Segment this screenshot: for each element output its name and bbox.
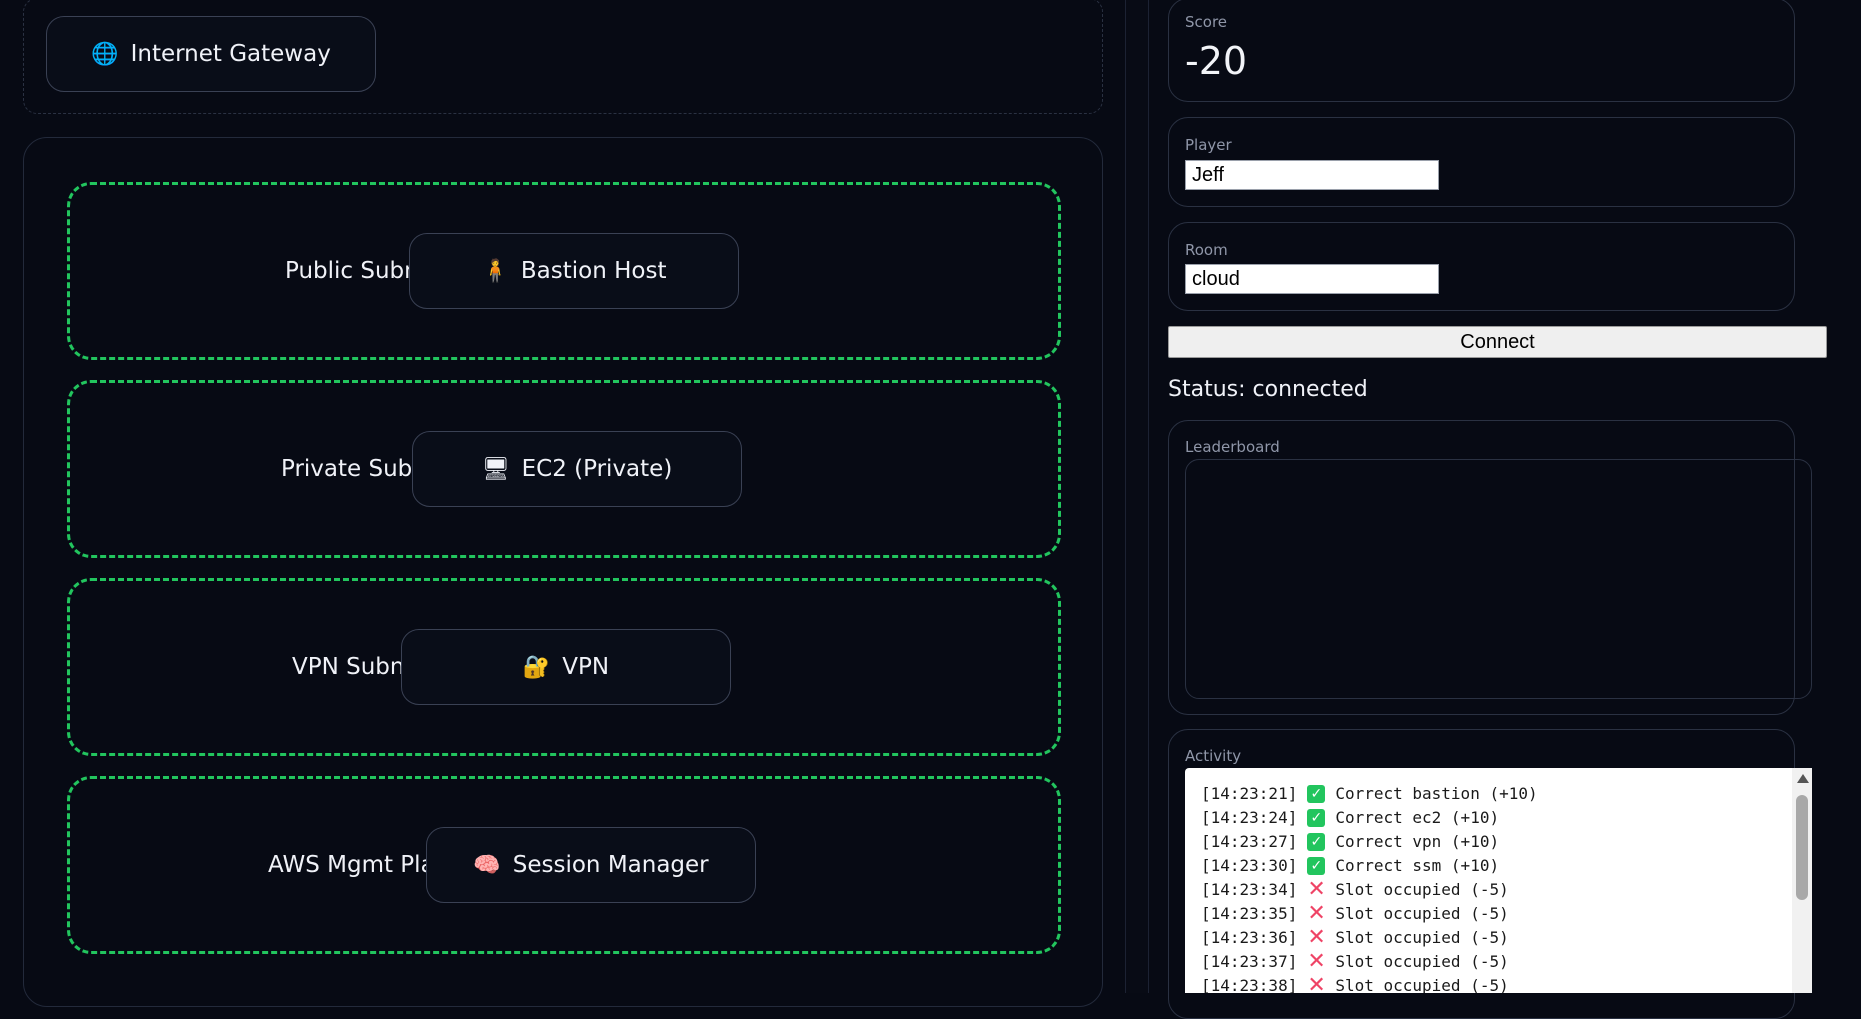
player-label: Player bbox=[1185, 136, 1232, 154]
leaderboard-card: Leaderboard bbox=[1168, 420, 1812, 715]
activity-entry: [14:23:24] ✓ Correct ec2 (+10) bbox=[1201, 806, 1538, 830]
entry-time: [14:23:27] bbox=[1201, 832, 1298, 851]
activity-entry: [14:23:36] ✕ Slot occupied (-5) bbox=[1201, 926, 1538, 950]
session-manager-node[interactable]: 🧠 Session Manager bbox=[426, 827, 756, 903]
node-label: EC2 (Private) bbox=[521, 456, 673, 482]
score-value: -20 bbox=[1185, 39, 1248, 83]
connection-status: Status: connected bbox=[1168, 377, 1368, 402]
aws-mgmt-plane-slot[interactable]: AWS Mgmt Plane 🧠 Session Manager bbox=[67, 776, 1061, 954]
entry-text: Slot occupied (-5) bbox=[1335, 928, 1509, 947]
activity-entry: [14:23:30] ✓ Correct ssm (+10) bbox=[1201, 854, 1538, 878]
internet-gateway-node[interactable]: 🌐 Internet Gateway bbox=[46, 16, 376, 92]
check-icon: ✓ bbox=[1307, 833, 1326, 851]
gateway-zone: 🌐 Internet Gateway bbox=[23, 0, 1103, 114]
entry-text: Correct bastion (+10) bbox=[1335, 784, 1538, 803]
player-card: Player Jeff bbox=[1168, 117, 1795, 207]
entry-text: Correct vpn (+10) bbox=[1335, 832, 1500, 851]
activity-card: Activity [14:23:21] ✓ Correct bastion (+10… bbox=[1168, 729, 1812, 1019]
leaderboard-label: Leaderboard bbox=[1185, 438, 1280, 456]
entry-time: [14:23:30] bbox=[1201, 856, 1298, 875]
cross-icon: ✕ bbox=[1307, 949, 1326, 974]
cross-icon: ✕ bbox=[1307, 973, 1326, 994]
scroll-up-arrow-icon[interactable] bbox=[1797, 774, 1809, 783]
entry-time: [14:23:21] bbox=[1201, 784, 1298, 803]
cross-icon: ✕ bbox=[1307, 877, 1326, 902]
activity-scrollbar[interactable] bbox=[1792, 768, 1812, 993]
pane-divider bbox=[1125, 0, 1149, 993]
entry-time: [14:23:24] bbox=[1201, 808, 1298, 827]
vpn-node[interactable]: 🔐 VPN bbox=[401, 629, 731, 705]
connect-button[interactable]: Connect bbox=[1168, 326, 1827, 358]
room-label: Room bbox=[1185, 241, 1228, 259]
entry-text: Slot occupied (-5) bbox=[1335, 952, 1509, 971]
entry-time: [14:23:34] bbox=[1201, 880, 1298, 899]
score-label: Score bbox=[1185, 13, 1228, 31]
entry-text: Correct ec2 (+10) bbox=[1335, 808, 1500, 827]
check-icon: ✓ bbox=[1307, 857, 1326, 875]
entry-time: [14:23:35] bbox=[1201, 904, 1298, 923]
lock-key-icon: 🔐 bbox=[522, 654, 551, 680]
entry-text: Slot occupied (-5) bbox=[1335, 880, 1509, 899]
person-icon: 🧍 bbox=[481, 258, 509, 284]
entry-text: Slot occupied (-5) bbox=[1335, 976, 1509, 993]
activity-log[interactable]: [14:23:21] ✓ Correct bastion (+10) [14:23:2… bbox=[1185, 768, 1812, 993]
public-subnet-slot[interactable]: Public Subnet 🧍 Bastion Host bbox=[67, 182, 1061, 360]
server-icon: 🖥 bbox=[481, 456, 510, 482]
activity-entry: [14:23:21] ✓ Correct bastion (+10) bbox=[1201, 782, 1538, 806]
player-input[interactable]: Jeff bbox=[1185, 160, 1439, 190]
entry-time: [14:23:37] bbox=[1201, 952, 1298, 971]
scroll-thumb[interactable] bbox=[1796, 795, 1808, 900]
check-icon: ✓ bbox=[1307, 809, 1326, 827]
entry-time: [14:23:36] bbox=[1201, 928, 1298, 947]
activity-entries: [14:23:21] ✓ Correct bastion (+10) [14:23:2… bbox=[1201, 782, 1538, 993]
node-label: VPN bbox=[562, 654, 610, 680]
entry-time: [14:23:38] bbox=[1201, 976, 1298, 993]
room-card: Room cloud bbox=[1168, 222, 1795, 311]
side-panel: Score -20 Player Jeff Room cloud Connect… bbox=[1147, 0, 1861, 1019]
globe-icon: 🌐 bbox=[91, 41, 119, 67]
vpn-subnet-slot[interactable]: VPN Subnet 🔐 VPN bbox=[67, 578, 1061, 756]
bastion-host-node[interactable]: 🧍 Bastion Host bbox=[409, 233, 739, 309]
ec2-private-node[interactable]: 🖥 EC2 (Private) bbox=[412, 431, 742, 507]
node-label: Internet Gateway bbox=[130, 41, 331, 67]
activity-entry: [14:23:37] ✕ Slot occupied (-5) bbox=[1201, 950, 1538, 974]
cross-icon: ✕ bbox=[1307, 901, 1326, 926]
activity-entry: [14:23:35] ✕ Slot occupied (-5) bbox=[1201, 902, 1538, 926]
vpc-zone: Public Subnet 🧍 Bastion Host Private Sub… bbox=[23, 137, 1103, 1007]
node-label: Bastion Host bbox=[520, 258, 667, 284]
entry-text: Correct ssm (+10) bbox=[1335, 856, 1500, 875]
check-icon: ✓ bbox=[1307, 785, 1326, 803]
leaderboard-list bbox=[1185, 459, 1812, 699]
node-label: Session Manager bbox=[512, 852, 709, 878]
entry-text: Slot occupied (-5) bbox=[1335, 904, 1509, 923]
activity-entry: [14:23:38] ✕ Slot occupied (-5) bbox=[1201, 973, 1538, 994]
cross-icon: ✕ bbox=[1307, 925, 1326, 950]
activity-entry: [14:23:34] ✕ Slot occupied (-5) bbox=[1201, 878, 1538, 902]
brain-icon: 🧠 bbox=[473, 852, 501, 878]
activity-label: Activity bbox=[1185, 747, 1242, 765]
score-card: Score -20 bbox=[1168, 0, 1795, 102]
architecture-board: 🌐 Internet Gateway Public Subnet 🧍 Basti… bbox=[0, 0, 1125, 1007]
room-input[interactable]: cloud bbox=[1185, 264, 1439, 294]
private-subnet-slot[interactable]: Private Subnet 🖥 EC2 (Private) bbox=[67, 380, 1061, 558]
activity-entry: [14:23:27] ✓ Correct vpn (+10) bbox=[1201, 830, 1538, 854]
